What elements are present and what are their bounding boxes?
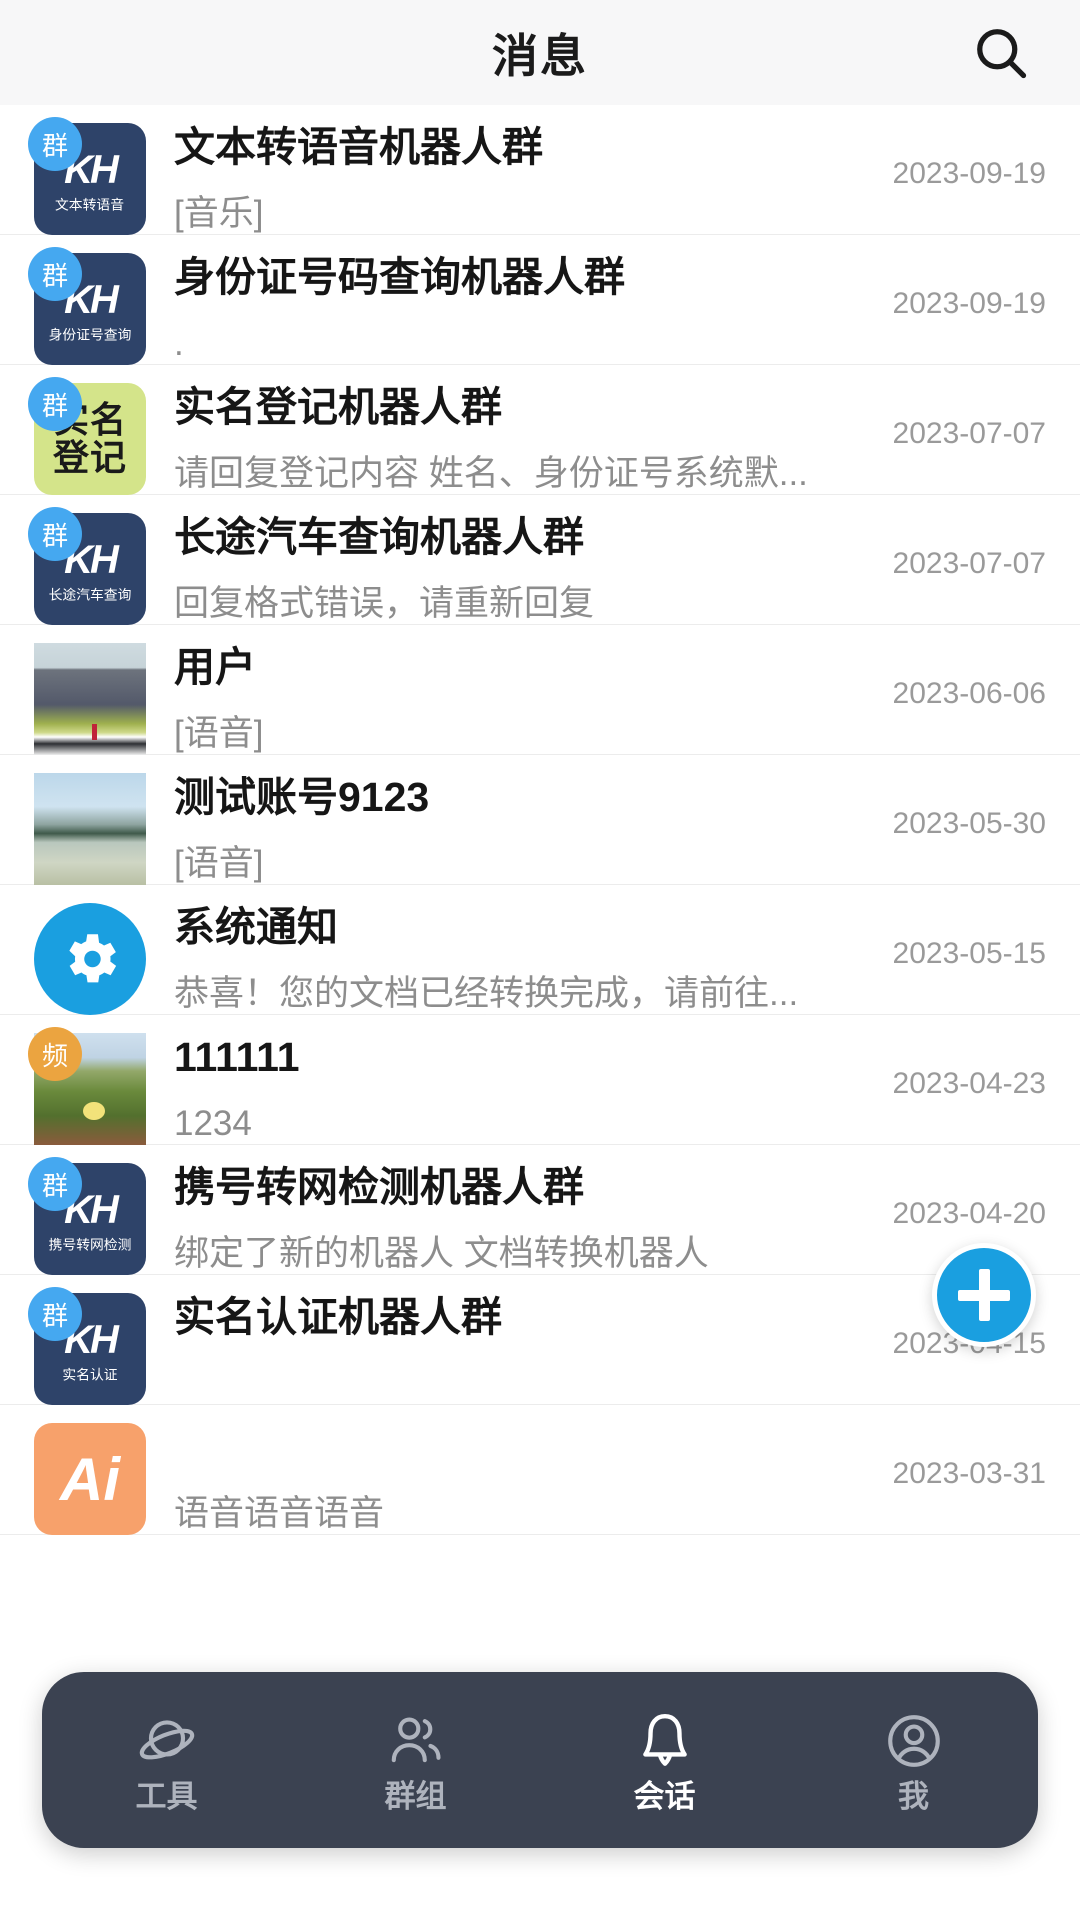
conversation-name: 测试账号9123 [174, 775, 430, 820]
photo-avatar [34, 643, 146, 755]
conversation-preview: 恭喜！您的文档已经转换完成，请前往... [174, 974, 799, 1013]
conversation-list[interactable]: 群 KH 文本转语音 文本转语音机器人群 [音乐] 2023-09-19 群 KH 身份证号查询… [0, 105, 1080, 1535]
page-title: 消息 [492, 29, 588, 82]
badge-label: 频 [41, 1040, 68, 1071]
ai-avatar: Ai [34, 1423, 146, 1535]
avatar-line-2: 登记 [52, 437, 127, 478]
conversation-preview: 请回复登记内容 姓名、身份证号系统默... [174, 454, 808, 493]
avatar[interactable] [34, 643, 146, 755]
conversation-preview: 绑定了新的机器人 文档转换机器人 [174, 1234, 709, 1273]
conversation-date: 2023-07-07 [892, 547, 1046, 580]
conversation-row[interactable]: 群 KH 身份证号查询 身份证号码查询机器人群. 2023-09-19 [0, 235, 1080, 365]
conversation-preview: . [174, 324, 184, 363]
planet-icon [136, 1709, 198, 1773]
conversation-name: 实名登记机器人群 [174, 385, 502, 430]
conversation-name: 长途汽车查询机器人群 [174, 515, 584, 560]
bottom-navigation[interactable]: 工具 群组 会话 我 [42, 1672, 1038, 1848]
nav-item-user-circle[interactable]: 我 [824, 1709, 1004, 1812]
avatar-label-text: 身份证号查询 [48, 327, 132, 343]
avatar[interactable] [34, 773, 146, 885]
avatar[interactable]: 群实名 登记 [28, 377, 146, 495]
conversation-row[interactable]: 群KH实名认证实名认证机器人群2023-04-15 [0, 1275, 1080, 1405]
add-button[interactable] [932, 1243, 1036, 1347]
group-badge: 群 [28, 1287, 82, 1341]
group-badge: 群 [28, 117, 82, 171]
plus-icon [958, 1269, 1010, 1321]
badge-label: 群 [41, 1300, 68, 1331]
badge-label: 群 [41, 260, 68, 291]
conversation-preview: 回复格式错误，请重新回复 [174, 584, 595, 623]
conversation-preview: 1234 [174, 1104, 252, 1143]
conversation-name: 111111 [174, 1035, 300, 1080]
conversation-row[interactable]: 群 KH 携号转网检测 携号转网检测机器人群绑定了新的机器人 文档转换机器人 2023-… [0, 1145, 1080, 1275]
badge-label: 群 [41, 390, 68, 421]
conversation-date: 2023-06-06 [892, 677, 1046, 710]
conversation-row[interactable]: 群 KH 文本转语音 文本转语音机器人群 [音乐] 2023-09-19 [0, 105, 1080, 235]
nav-item-label: 我 [898, 1778, 929, 1814]
channel-badge: 频 [28, 1027, 82, 1081]
avatar[interactable]: 群 KH 身份证号查询 [28, 247, 146, 365]
people-icon [385, 1709, 447, 1773]
avatar-label-text: 携号转网检测 [48, 1237, 132, 1253]
conversation-name: 系统通知 [174, 905, 338, 950]
avatar-logo-text: Ai [60, 1445, 120, 1513]
group-badge: 群 [28, 377, 82, 431]
bell-icon [634, 1709, 696, 1773]
avatar[interactable]: 群 KH 长途汽车查询 [28, 507, 146, 625]
avatar[interactable]: 频 [28, 1027, 146, 1145]
conversation-date: 2023-05-15 [892, 937, 1046, 970]
conversation-name: 身份证号码查询机器人群 [174, 255, 625, 300]
group-badge: 群 [28, 247, 82, 301]
avatar[interactable]: 群 KH 文本转语音 [28, 117, 146, 235]
conversation-row[interactable]: 群 KH 长途汽车查询 长途汽车查询机器人群回复格式错误，请重新回复 2023-07-0… [0, 495, 1080, 625]
group-badge: 群 [28, 507, 82, 561]
conversation-preview: [语音] [174, 844, 264, 883]
conversation-preview: [语音] [174, 714, 264, 753]
nav-item-bell[interactable]: 会话 [575, 1709, 755, 1812]
conversation-date: 2023-04-23 [892, 1067, 1046, 1100]
avatar[interactable]: Ai [34, 1423, 146, 1535]
nav-item-label: 群组 [384, 1778, 447, 1814]
conversation-preview: 语音语音语音 [174, 1494, 385, 1533]
conversation-name: 实名认证机器人群 [174, 1295, 502, 1340]
gear-icon [69, 934, 117, 983]
conversation-preview: [音乐] [174, 194, 264, 233]
user-circle-icon [883, 1709, 945, 1773]
nav-item-people[interactable]: 群组 [326, 1709, 506, 1812]
conversation-row[interactable]: 用户 [语音] 2023-06-06 [0, 625, 1080, 755]
nav-item-label: 工具 [135, 1778, 198, 1814]
nav-item-planet[interactable]: 工具 [77, 1709, 257, 1812]
avatar-label-text: 文本转语音 [55, 197, 125, 213]
conversation-name: 携号转网检测机器人群 [174, 1165, 584, 1210]
messages-screen: 消息 群 KH 文本转语音 文本转语音机器人群 [音乐] 2023-09-19 群 KH 身份证… [0, 0, 1080, 1920]
conversation-name: 文本转语音机器人群 [174, 125, 543, 170]
badge-label: 群 [41, 520, 68, 551]
conversation-date: 2023-09-19 [892, 287, 1046, 320]
search-icon[interactable] [966, 18, 1036, 88]
app-header: 消息 [0, 0, 1080, 105]
avatar-label-text: 长途汽车查询 [48, 587, 132, 603]
conversation-date: 2023-04-20 [892, 1197, 1046, 1230]
avatar[interactable]: 群 KH 实名认证 [28, 1287, 146, 1405]
system-avatar [34, 903, 146, 1015]
group-badge: 群 [28, 1157, 82, 1211]
conversation-row[interactable]: Ai 语音语音语音 2023-03-31 [0, 1405, 1080, 1535]
badge-label: 群 [41, 130, 68, 161]
nav-item-label: 会话 [633, 1778, 696, 1814]
badge-label: 群 [41, 1170, 68, 1201]
avatar[interactable]: 群 KH 携号转网检测 [28, 1157, 146, 1275]
conversation-row[interactable]: 测试账号9123 [语音] 2023-05-30 [0, 755, 1080, 885]
conversation-date: 2023-05-30 [892, 807, 1046, 840]
conversation-date: 2023-03-31 [892, 1457, 1046, 1490]
avatar[interactable] [34, 903, 146, 1015]
conversation-name: 用户 [174, 645, 256, 690]
conversation-row[interactable]: 群实名 登记 实名登记机器人群请回复登记内容 姓名、身份证号系统默... 2023-0… [0, 365, 1080, 495]
avatar-label-text: 实名认证 [62, 1367, 118, 1383]
photo-avatar [34, 773, 146, 885]
conversation-date: 2023-09-19 [892, 157, 1046, 190]
conversation-row[interactable]: 频 111111 1234 2023-04-23 [0, 1015, 1080, 1145]
conversation-date: 2023-07-07 [892, 417, 1046, 450]
conversation-row[interactable]: 系统通知恭喜！您的文档已经转换完成，请前往... 2023-05-15 [0, 885, 1080, 1015]
